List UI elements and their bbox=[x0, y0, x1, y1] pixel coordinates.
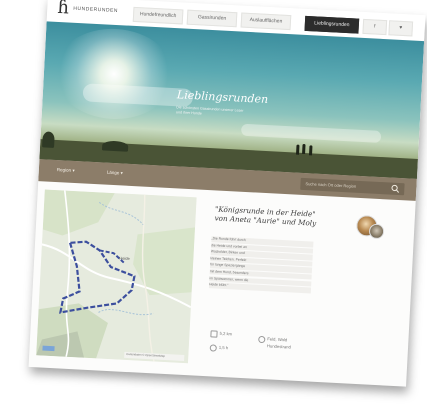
walker-silhouette bbox=[302, 143, 306, 155]
tree-silhouette bbox=[101, 140, 129, 152]
chevron-down-icon: ▾ bbox=[120, 170, 123, 176]
walker-silhouette bbox=[308, 145, 313, 156]
cloud-shape bbox=[240, 123, 382, 143]
hero-banner: Lieblingsrunden Die schönsten Gassirunde… bbox=[39, 21, 425, 179]
map-canvas bbox=[36, 189, 197, 364]
nav-item-gassirunden[interactable]: Gassirunden bbox=[186, 9, 238, 28]
chevron-down-icon: ▾ bbox=[72, 167, 75, 173]
search-placeholder: Suche nach Ort oder Region bbox=[305, 181, 357, 189]
nav-item-hundefreundlich[interactable]: Hundefreundlich bbox=[132, 6, 184, 25]
tree-silhouette bbox=[42, 131, 55, 148]
logo-text[interactable]: HUNDERUNDEN bbox=[73, 6, 118, 14]
distance-icon bbox=[210, 330, 218, 338]
search-input[interactable]: Suche nach Ort oder Region bbox=[300, 177, 405, 196]
route-title: "Königsrunde in der Heide" von Aneta "Au… bbox=[214, 204, 345, 229]
map-place-label: Heide bbox=[119, 255, 130, 262]
avatar[interactable] bbox=[368, 223, 385, 240]
nav-item-auslaufflaechen[interactable]: Auslaufflächen bbox=[240, 12, 292, 31]
search-icon[interactable] bbox=[390, 184, 401, 195]
walker-silhouette bbox=[296, 144, 300, 155]
length-filter[interactable]: Länge ▾ bbox=[107, 170, 123, 177]
route-duration: 1,5 h bbox=[218, 344, 229, 351]
hero-subtitle-line: und ihrer Hunde bbox=[175, 110, 202, 116]
clock-icon bbox=[209, 344, 217, 352]
facebook-icon[interactable]: f bbox=[362, 18, 388, 36]
hero-subtitle: Die schönsten Gassirunden unserer Leser … bbox=[176, 105, 296, 121]
sun-glare bbox=[51, 25, 177, 123]
logo-icon[interactable]: ɦ bbox=[57, 0, 70, 18]
route-terrain-line2: Hundestrand bbox=[266, 343, 292, 350]
route-description: „Die Runde führt durch die Heide und vor… bbox=[208, 236, 314, 309]
region-filter[interactable]: Region ▾ bbox=[57, 167, 75, 174]
route-distance: 5,2 km bbox=[219, 330, 233, 337]
length-filter-label: Länge bbox=[106, 169, 120, 176]
route-terrain-line1: Feld, Wald bbox=[267, 336, 288, 343]
terrain-icon bbox=[258, 335, 266, 344]
page-sheet: ɦ HUNDERUNDEN Hundefreundlich Gassirunde… bbox=[28, 0, 426, 387]
nav-item-lieblingsrunden[interactable]: Lieblingsrunden bbox=[304, 15, 360, 34]
region-filter-label: Region bbox=[56, 167, 72, 173]
route-map[interactable]: Heide Kartendaten © OpenStreetMap bbox=[36, 189, 197, 364]
screenshot-stage: ɦ HUNDERUNDEN Hundefreundlich Gassirunde… bbox=[0, 0, 427, 410]
heart-icon[interactable]: ♥ bbox=[388, 20, 414, 37]
